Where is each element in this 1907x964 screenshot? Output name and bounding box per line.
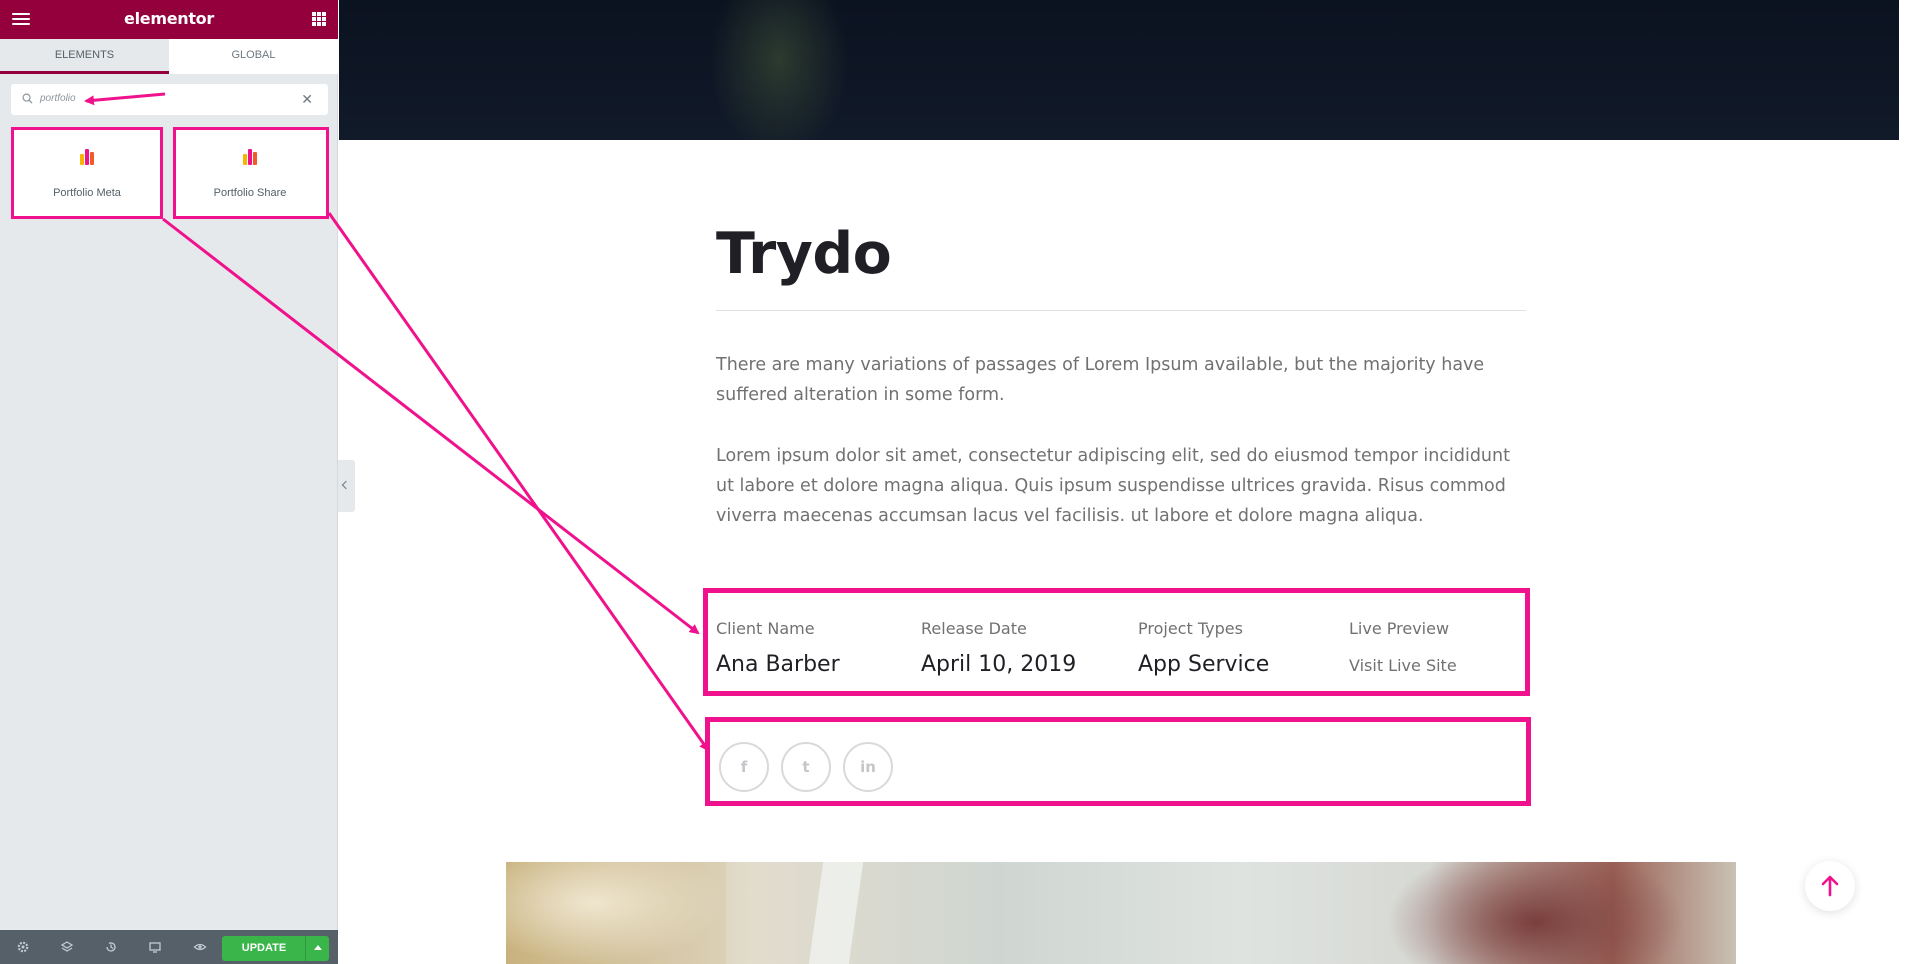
tab-global[interactable]: GLOBAL [169,39,338,74]
portfolio-image [506,862,1736,964]
facebook-icon[interactable]: f [719,742,769,792]
meta-live-preview: Live Preview Visit Live Site [1349,619,1457,675]
meta-label: Project Types [1138,619,1243,638]
portfolio-share-widget: f t in [705,717,1531,806]
desktop-icon[interactable] [148,940,162,954]
meta-release-date: Release Date April 10, 2019 [921,619,1076,677]
meta-label: Release Date [921,619,1027,638]
page-title: Trydo [716,221,892,287]
meta-label: Live Preview [1349,619,1450,638]
panel-tabs: ELEMENTS GLOBAL [0,39,338,74]
layers-icon[interactable] [60,940,74,954]
tab-elements[interactable]: ELEMENTS [0,39,169,74]
search-icon [22,93,33,104]
body-paragraph: Lorem ipsum dolor sit amet, consectetur … [716,446,1510,526]
annotation-box-meta [11,127,163,219]
meta-project-types: Project Types App Service [1138,619,1269,677]
visit-live-site-link[interactable]: Visit Live Site [1349,656,1457,675]
annotation-box-share [173,127,329,219]
arrow-share-to-widget [327,212,710,752]
linkedin-icon[interactable]: in [843,742,893,792]
close-icon[interactable]: ✕ [301,91,313,108]
intro-paragraph: There are many variations of passages of… [716,355,1485,405]
twitter-icon[interactable]: t [781,742,831,792]
title-divider [716,310,1526,311]
widgets-grid-icon[interactable] [312,12,326,26]
history-icon[interactable] [104,940,118,954]
hero-image [339,0,1903,140]
elementor-logo: elementor [124,9,214,28]
update-label: UPDATE [241,942,287,954]
search-value: portfolio [40,93,76,104]
arrow-up-icon [1821,875,1839,897]
panel-header: elementor [0,0,338,39]
meta-value: Ana Barber [716,652,840,677]
update-button[interactable]: UPDATE [222,936,329,961]
meta-client: Client Name Ana Barber [716,619,840,677]
widget-search-input[interactable]: portfolio ✕ [11,84,328,115]
screenshot-root: elementor ELEMENTS GLOBAL portfolio ✕ Po… [0,0,1907,964]
meta-label: Client Name [716,619,815,638]
panel-collapse-handle[interactable] [338,460,355,512]
scroll-to-top-button[interactable] [1805,861,1855,911]
portfolio-content: Trydo There are many variations of passa… [716,216,1526,526]
eye-icon[interactable] [193,940,207,954]
chevron-up-icon[interactable] [305,936,329,961]
meta-value: App Service [1138,652,1270,677]
portfolio-meta-widget: Client Name Ana Barber Release Date Apri… [703,588,1530,696]
meta-value: April 10, 2019 [921,652,1077,677]
gear-icon[interactable] [16,940,30,954]
